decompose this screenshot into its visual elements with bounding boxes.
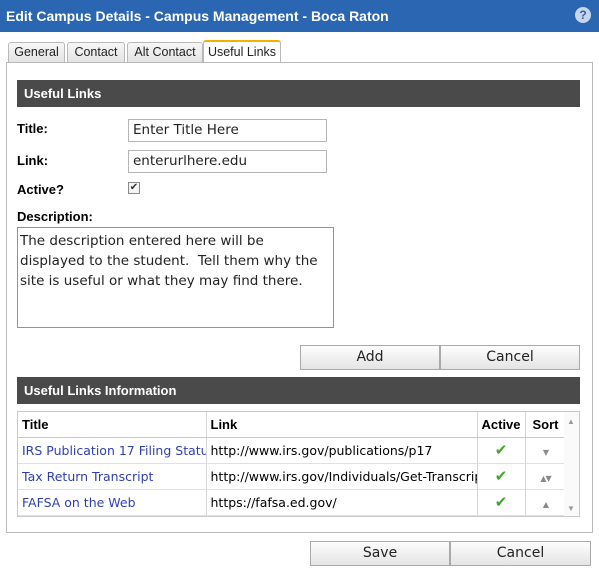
description-textarea[interactable]: The description entered here will be dis… <box>17 227 334 328</box>
link-label: Link: <box>17 153 49 168</box>
table-row[interactable]: Tax Return Transcript http://www.irs.gov… <box>18 463 567 490</box>
row-active-cell: ✔ <box>477 437 526 464</box>
tab-useful-links[interactable]: Useful Links <box>203 40 281 64</box>
check-icon: ✔ <box>494 493 508 511</box>
tab-contact[interactable]: Contact <box>67 42 125 63</box>
row-active-cell: ✔ <box>477 463 526 490</box>
sort-down-icon[interactable]: ▼ <box>543 448 549 457</box>
scroll-down-icon[interactable]: ▼ <box>567 504 575 513</box>
row-url: http://www.irs.gov/Individuals/Get-Trans… <box>206 463 478 490</box>
sort-down-icon[interactable]: ▼ <box>546 474 552 483</box>
useful-links-grid: Title Link Active Sort IRS Publication 1… <box>17 411 580 517</box>
active-label: Active? <box>17 182 64 197</box>
check-icon: ✔ <box>494 441 508 459</box>
scroll-up-icon[interactable]: ▲ <box>567 417 575 426</box>
add-button[interactable]: Add <box>300 345 440 370</box>
tab-alt-contact[interactable]: Alt Contact <box>127 42 203 63</box>
links-table: Title Link Active Sort IRS Publication 1… <box>18 412 567 516</box>
active-checkbox[interactable]: ✔ <box>128 182 140 194</box>
row-title-link[interactable]: FAFSA on the Web <box>18 489 207 516</box>
sort-up-icon[interactable]: ▲ <box>543 500 549 509</box>
useful-links-header: Useful Links <box>17 80 580 107</box>
row-url: http://www.irs.gov/publications/p17 <box>206 437 478 464</box>
row-sort-cell: ▲▼ <box>525 463 567 490</box>
title-input[interactable]: Enter Title Here <box>128 119 327 142</box>
tab-general[interactable]: General <box>8 42 65 63</box>
row-sort-cell: ▲ <box>525 489 567 516</box>
grid-scrollbar[interactable]: ▲ ▼ <box>564 412 579 516</box>
cancel-button[interactable]: Cancel <box>450 541 591 566</box>
table-row[interactable]: FAFSA on the Web https://fafsa.ed.gov/ ✔… <box>18 489 567 516</box>
useful-links-info-header: Useful Links Information <box>17 377 580 404</box>
link-input[interactable]: enterurlhere.edu <box>128 150 327 173</box>
row-title-link[interactable]: Tax Return Transcript <box>18 463 207 490</box>
window-titlebar: Edit Campus Details - Campus Management … <box>0 0 599 32</box>
table-header-row: Title Link Active Sort <box>18 412 567 438</box>
row-url: https://fafsa.ed.gov/ <box>206 489 478 516</box>
check-icon: ✔ <box>494 467 508 485</box>
column-header-sort[interactable]: Sort <box>525 412 567 438</box>
row-active-cell: ✔ <box>477 489 526 516</box>
row-title-link[interactable]: IRS Publication 17 Filing Status <box>18 437 207 464</box>
cancel-add-button[interactable]: Cancel <box>440 345 580 370</box>
column-header-link[interactable]: Link <box>206 412 478 438</box>
save-button[interactable]: Save <box>310 541 450 566</box>
column-header-active[interactable]: Active <box>477 412 526 438</box>
help-icon[interactable]: ? <box>575 7 591 23</box>
window-title: Edit Campus Details - Campus Management … <box>6 8 389 24</box>
row-sort-cell: ▼ <box>525 437 567 464</box>
check-mark-icon: ✔ <box>129 182 139 193</box>
tab-panel: Useful Links Title: Enter Title Here Lin… <box>6 62 593 533</box>
description-label: Description: <box>17 209 93 224</box>
title-label: Title: <box>17 121 48 136</box>
table-row[interactable]: IRS Publication 17 Filing Status http://… <box>18 437 567 464</box>
column-header-title[interactable]: Title <box>18 412 207 438</box>
